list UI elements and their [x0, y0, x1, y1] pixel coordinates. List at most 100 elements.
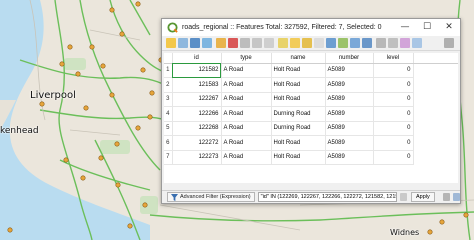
- table-row[interactable]: 7 122273 A Road Holt Road A5089 0: [164, 150, 458, 165]
- cell-level[interactable]: 0: [373, 77, 414, 93]
- cell-spacer: [413, 107, 458, 122]
- table-row[interactable]: 5 122268 A Road Durning Road A5089 0: [164, 121, 458, 136]
- table-row[interactable]: 6 122272 A Road Holt Road A5089 0: [164, 135, 458, 151]
- expression-builder-icon[interactable]: [399, 193, 408, 201]
- cell-id[interactable]: 122268: [172, 121, 222, 136]
- cell-id[interactable]: 121583: [172, 77, 222, 93]
- cell-type[interactable]: A Road: [221, 63, 272, 78]
- cell-id[interactable]: 122272: [172, 135, 222, 151]
- pan-to-selected-icon[interactable]: [350, 38, 360, 48]
- cell-spacer: [413, 78, 458, 93]
- cell-spacer: [413, 92, 458, 107]
- filter-funnel-icon: [171, 193, 178, 201]
- filter-select-icon[interactable]: [326, 38, 336, 48]
- cell-id[interactable]: 122267: [172, 92, 222, 107]
- cell-level[interactable]: 0: [373, 106, 414, 122]
- cell-id[interactable]: 122273: [172, 150, 222, 165]
- apply-filter-button[interactable]: Apply: [411, 192, 435, 202]
- cell-number[interactable]: A5089: [325, 135, 374, 151]
- cell-number[interactable]: A5089: [325, 77, 374, 93]
- cell-type[interactable]: A Road: [221, 121, 272, 136]
- window-title: roads_regional :: Features Total: 327592…: [182, 24, 382, 31]
- row-number[interactable]: 4: [164, 106, 173, 122]
- cell-name[interactable]: Holt Road: [271, 92, 326, 107]
- attribute-table-window: roads_regional :: Features Total: 327592…: [161, 18, 461, 204]
- column-header-type[interactable]: type: [221, 53, 272, 64]
- paste-icon[interactable]: [264, 38, 274, 48]
- row-number[interactable]: 7: [164, 150, 173, 165]
- advanced-filter-label: Advanced Filter (Expression): [180, 194, 251, 200]
- row-number[interactable]: 1: [164, 63, 173, 78]
- table-row[interactable]: 2 121583 A Road Holt Road A5089 0: [164, 77, 458, 93]
- conditional-formatting-icon[interactable]: [412, 38, 422, 48]
- cut-icon[interactable]: [240, 38, 250, 48]
- map-label-liverpool: Liverpool: [30, 90, 76, 101]
- field-calculator-icon[interactable]: [400, 38, 410, 48]
- cell-name[interactable]: Holt Road: [271, 135, 326, 151]
- cell-number[interactable]: A5089: [325, 150, 374, 165]
- row-number[interactable]: 2: [164, 77, 173, 93]
- window-titlebar[interactable]: roads_regional :: Features Total: 327592…: [162, 19, 460, 36]
- cell-number[interactable]: A5089: [325, 63, 374, 78]
- cell-type[interactable]: A Road: [221, 106, 272, 122]
- cell-level[interactable]: 0: [373, 150, 414, 165]
- cell-number[interactable]: A5089: [325, 106, 374, 122]
- cell-type[interactable]: A Road: [221, 150, 272, 165]
- column-header-id[interactable]: id: [172, 53, 222, 64]
- column-header-level[interactable]: level: [373, 53, 414, 64]
- close-button[interactable]: ✕: [438, 19, 460, 36]
- dock-window-icon[interactable]: [444, 38, 454, 48]
- multi-edit-icon[interactable]: [178, 38, 188, 48]
- cell-name[interactable]: Holt Road: [271, 63, 326, 78]
- table-row[interactable]: 1 121582 A Road Holt Road A5089 0: [164, 63, 458, 78]
- move-selection-top-icon[interactable]: [338, 38, 348, 48]
- minimize-button[interactable]: —: [394, 19, 416, 36]
- cell-level[interactable]: 0: [373, 121, 414, 136]
- cell-name[interactable]: Holt Road: [271, 150, 326, 165]
- cell-level[interactable]: 0: [373, 92, 414, 107]
- reload-icon[interactable]: [202, 38, 212, 48]
- filter-bar: Advanced Filter (Expression) "id" IN (12…: [162, 190, 460, 203]
- new-field-icon[interactable]: [376, 38, 386, 48]
- cell-type[interactable]: A Road: [221, 77, 272, 93]
- table-row[interactable]: 3 122267 A Road Holt Road A5089 0: [164, 92, 458, 107]
- attribute-toolbar: [162, 36, 460, 51]
- form-view-icon[interactable]: [442, 193, 450, 201]
- advanced-filter-button[interactable]: Advanced Filter (Expression): [167, 192, 255, 202]
- cell-name[interactable]: Durning Road: [271, 121, 326, 136]
- column-header-name[interactable]: name: [271, 53, 326, 64]
- copy-icon[interactable]: [252, 38, 262, 48]
- row-number-header[interactable]: [164, 53, 173, 64]
- add-feature-icon[interactable]: [216, 38, 226, 48]
- cell-id[interactable]: 121582: [172, 63, 222, 78]
- row-number[interactable]: 3: [164, 92, 173, 107]
- cell-type[interactable]: A Road: [221, 92, 272, 107]
- delete-feature-icon[interactable]: [228, 38, 238, 48]
- cell-name[interactable]: Durning Road: [271, 106, 326, 122]
- cell-number[interactable]: A5089: [325, 92, 374, 107]
- save-edits-icon[interactable]: [190, 38, 200, 48]
- row-number[interactable]: 6: [164, 135, 173, 151]
- column-header-number[interactable]: number: [325, 53, 374, 64]
- cell-number[interactable]: A5089: [325, 121, 374, 136]
- deselect-all-icon[interactable]: [314, 38, 324, 48]
- cell-name[interactable]: Holt Road: [271, 77, 326, 93]
- zoom-to-selected-icon[interactable]: [362, 38, 372, 48]
- cell-level[interactable]: 0: [373, 135, 414, 151]
- select-all-icon[interactable]: [290, 38, 300, 48]
- select-expression-icon[interactable]: [278, 38, 288, 48]
- row-number[interactable]: 5: [164, 121, 173, 136]
- delete-field-icon[interactable]: [388, 38, 398, 48]
- map-label-widnes: Widnes: [390, 228, 420, 237]
- filter-expression-input[interactable]: "id" IN (122269, 122267, 122266, 122272,…: [257, 192, 397, 202]
- table-row[interactable]: 4 122266 A Road Durning Road A5089 0: [164, 106, 458, 122]
- cell-type[interactable]: A Road: [221, 135, 272, 151]
- attribute-grid[interactable]: id type name number level 1 121582 A Roa…: [164, 53, 458, 183]
- table-view-icon[interactable]: [452, 193, 460, 201]
- invert-selection-icon[interactable]: [302, 38, 312, 48]
- maximize-button[interactable]: ☐: [416, 19, 438, 36]
- cell-level[interactable]: 0: [373, 63, 414, 78]
- toggle-editing-icon[interactable]: [166, 38, 176, 48]
- cell-spacer: [413, 121, 458, 136]
- cell-id[interactable]: 122266: [172, 106, 222, 122]
